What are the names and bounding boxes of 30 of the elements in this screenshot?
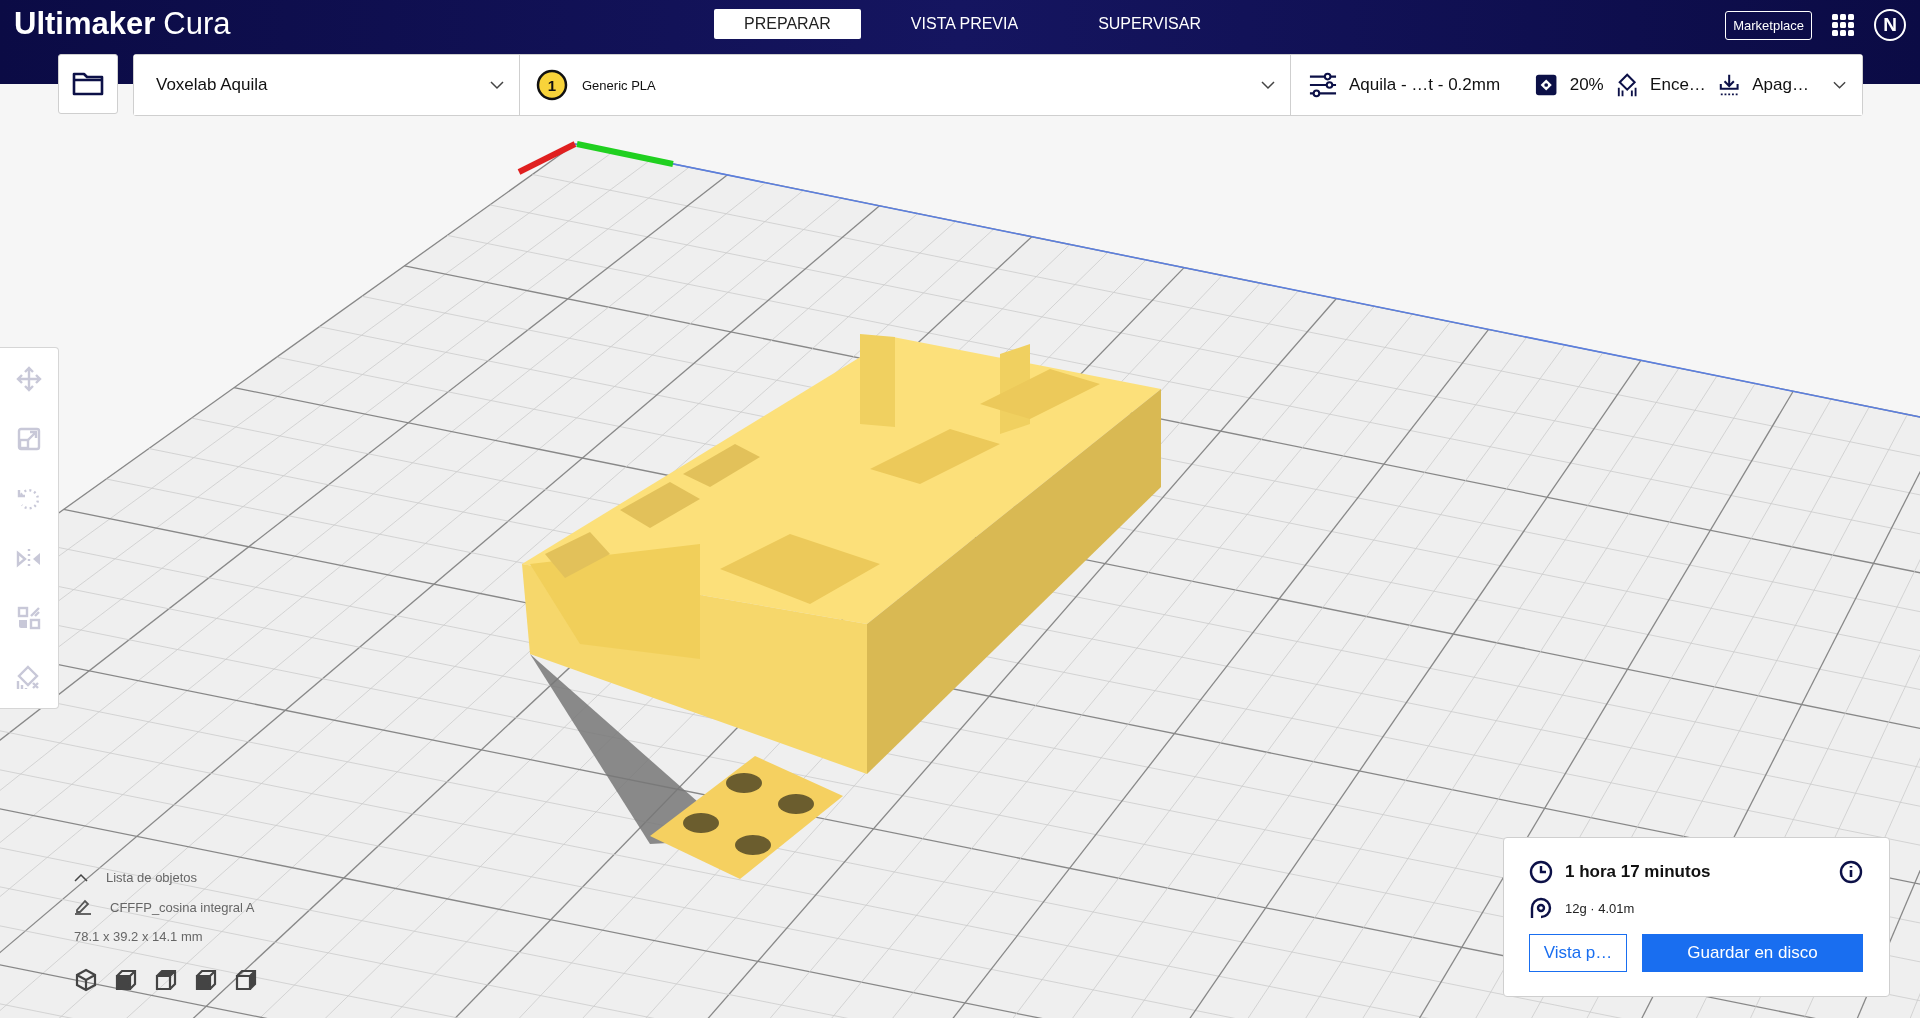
marketplace-button[interactable]: Marketplace <box>1725 10 1812 40</box>
app-title: Cura <box>163 6 231 42</box>
clock-icon <box>1529 860 1553 884</box>
apps-grid-icon[interactable] <box>1832 14 1854 36</box>
left-view-icon[interactable] <box>194 968 218 992</box>
scale-icon <box>17 426 41 451</box>
preview-button[interactable]: Vista p… <box>1529 934 1627 972</box>
stage-tab[interactable]: SUPERVISAR <box>1068 9 1231 39</box>
move-icon <box>16 365 42 392</box>
spool-icon <box>1529 896 1553 920</box>
object-name: CFFFP_cosina integral A <box>110 899 255 915</box>
front-view-icon[interactable] <box>114 968 138 992</box>
info-icon[interactable] <box>1839 860 1863 884</box>
print-time: 1 hora 17 minutos <box>1565 862 1711 882</box>
right-view-icon[interactable] <box>234 968 258 992</box>
stage-tab[interactable]: PREPARAR <box>714 9 861 39</box>
account-avatar[interactable]: N <box>1874 9 1906 41</box>
pencil-icon <box>74 899 92 915</box>
top-view-icon[interactable] <box>154 968 178 992</box>
object-dimensions: 78.1 x 39.2 x 14.1 mm <box>74 929 204 944</box>
3d-view-icon[interactable] <box>74 968 98 992</box>
per-model-settings-icon <box>17 605 41 630</box>
save-to-disk-button[interactable]: Guardar en disco <box>1642 934 1863 972</box>
chevron-up-icon <box>74 873 88 882</box>
open-file-button[interactable] <box>58 54 118 114</box>
material-usage: 12g · 4.01m <box>1565 900 1635 916</box>
app-title: Ultimaker <box>14 6 156 42</box>
object-list-toggle[interactable]: Lista de objetos <box>106 870 198 885</box>
folder-icon <box>72 71 104 97</box>
stage-tab[interactable]: VISTA PREVIA <box>880 9 1049 39</box>
